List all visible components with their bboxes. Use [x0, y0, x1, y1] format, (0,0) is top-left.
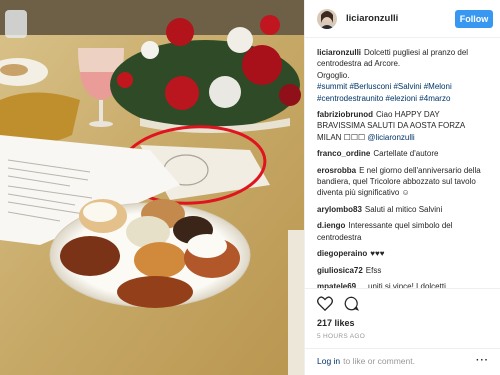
caption-username[interactable]: liciaronzulli [317, 48, 361, 57]
comment-username[interactable]: d.iengo [317, 221, 345, 230]
water-glass [5, 10, 27, 38]
post-sidebar: liciaronzulli Follow liciaronzulli Dolcet… [304, 0, 500, 375]
caption-line2: Orgoglio. [317, 70, 350, 80]
follow-button[interactable]: Follow [455, 9, 493, 28]
comment-username[interactable]: giuliosica72 [317, 266, 363, 275]
likes-count[interactable]: 217 likes [317, 318, 489, 328]
comment-item: arylombo83 Saluti al mitico Salvini [317, 204, 488, 215]
wine-glass-stem [99, 100, 103, 122]
comment-mention[interactable]: @liciaronzulli [367, 133, 414, 142]
heart-icon[interactable] [317, 295, 333, 313]
comment-username[interactable]: franco_ordine [317, 149, 370, 158]
avatar[interactable] [317, 8, 337, 29]
caption-hashtags[interactable]: #summit #Berlusconi #Salvini #Meloni #ce… [317, 81, 488, 104]
comments-list: liciaronzulli Dolcetti pugliesi al pranzo… [305, 38, 500, 290]
comment-item: franco_ordine Cartellate d'autore [317, 148, 488, 159]
comment-username[interactable]: arylombo83 [317, 205, 362, 214]
comment-text: Saluti al mitico Salvini [364, 204, 443, 214]
comment-item: diegoperaino ♥♥♥ [317, 248, 488, 259]
comment-item: fabriziobrunod Ciao HAPPY DAY BRAVISSIMA … [317, 109, 488, 143]
login-bar: Log in to like or comment. ··· [305, 348, 500, 372]
comment-text: Efss [365, 265, 382, 275]
comment-item: giuliosica72 Efss [317, 265, 488, 276]
instagram-post: liciaronzulli Follow liciaronzulli Dolcet… [0, 0, 500, 375]
chair [288, 230, 304, 375]
login-text: to like or comment. [343, 355, 415, 366]
login-link[interactable]: Log in [317, 356, 340, 366]
comment-item: d.iengo Interessante quel simbolo del cen… [317, 220, 488, 243]
bread [0, 64, 28, 76]
post-photo[interactable] [0, 0, 304, 375]
post-actions: 217 likes 5 HOURS AGO [305, 288, 500, 340]
background-wall [0, 0, 304, 35]
header-username[interactable]: liciaronzulli [346, 13, 455, 24]
post-time: 5 HOURS AGO [317, 333, 366, 340]
speech-bubble-icon[interactable] [344, 296, 360, 313]
comment-username[interactable]: diegoperaino [317, 249, 367, 258]
comment-username[interactable]: fabriziobrunod [317, 110, 373, 119]
comment-item: erosrobba E nel giorno dell'anniversario … [317, 165, 488, 199]
comment-username[interactable]: erosrobba [317, 166, 356, 175]
comment-text: ♥♥♥ [370, 249, 385, 259]
action-icons [317, 294, 489, 314]
wine-glass-base [89, 121, 113, 127]
caption: liciaronzulli Dolcetti pugliesi al pranzo… [317, 47, 488, 104]
post-header: liciaronzulli Follow [305, 0, 500, 38]
comment-text: Cartellate d'autore [373, 149, 439, 159]
table-photo-illustration [0, 0, 304, 375]
more-options-icon[interactable]: ··· [476, 355, 489, 366]
